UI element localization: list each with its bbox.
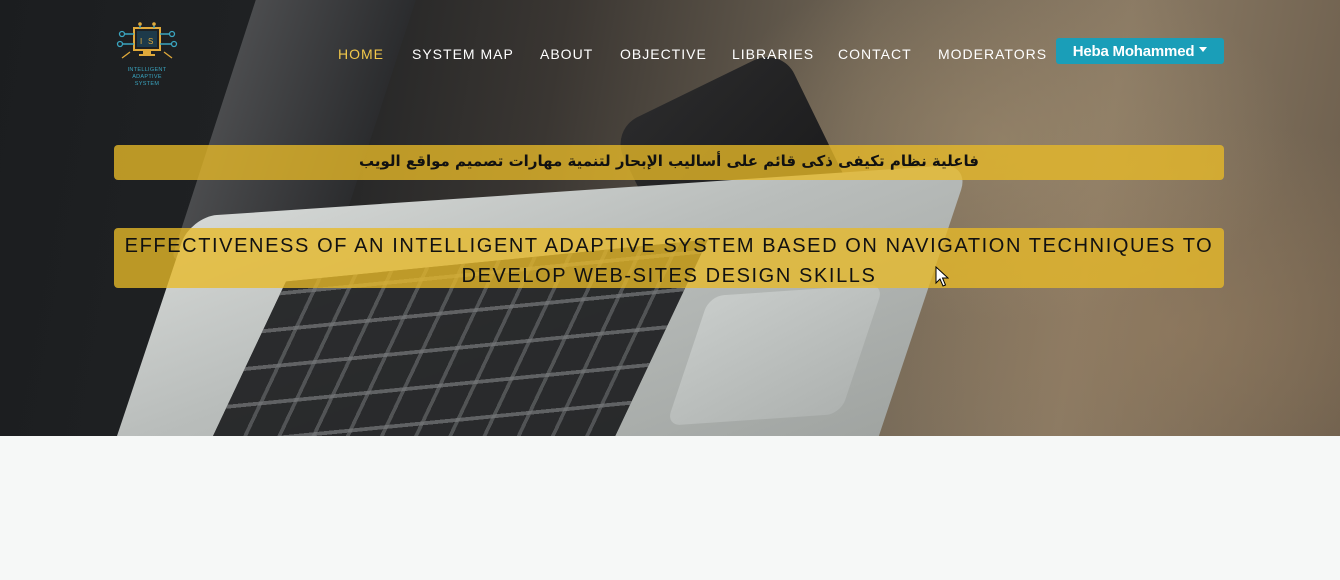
nav-item-libraries[interactable]: LIBRARIES xyxy=(732,46,814,62)
mouse-pointer-icon xyxy=(935,266,949,287)
user-name: Heba Mohammed xyxy=(1072,42,1195,60)
main-content-area xyxy=(0,436,1340,580)
monitor-circuit-icon: I S xyxy=(116,22,178,59)
arabic-title: فاعلية نظام تكيفى ذكى قائم على أساليب ال… xyxy=(359,152,979,170)
hero-section xyxy=(0,0,1340,436)
english-title: EFFECTIVENESS OF AN INTELLIGENT ADAPTIVE… xyxy=(124,235,1214,287)
english-title-banner: EFFECTIVENESS OF AN INTELLIGENT ADAPTIVE… xyxy=(114,228,1224,288)
nav-item-moderators[interactable]: MODERATORS xyxy=(938,46,1047,62)
logo-line: ADAPTIVE xyxy=(132,74,162,80)
nav-item-objective[interactable]: OBJECTIVE xyxy=(620,46,707,62)
nav-item-contact[interactable]: CONTACT xyxy=(838,46,912,62)
svg-text:S: S xyxy=(148,37,153,46)
logo-line: SYSTEM xyxy=(134,81,160,87)
user-menu-button[interactable]: Heba Mohammed xyxy=(1056,38,1224,64)
nav-item-about[interactable]: ABOUT xyxy=(540,46,593,62)
logo-line: INTELLIGENT xyxy=(127,67,167,73)
arabic-title-banner: فاعلية نظام تكيفى ذكى قائم على أساليب ال… xyxy=(114,145,1224,180)
chevron-down-icon xyxy=(1199,46,1208,52)
nav-item-system-map[interactable]: SYSTEM MAP xyxy=(412,46,514,62)
logo-text: INTELLIGENT ADAPTIVE SYSTEM xyxy=(112,67,182,88)
nav-item-home[interactable]: HOME xyxy=(338,46,384,62)
svg-text:I: I xyxy=(140,37,142,46)
